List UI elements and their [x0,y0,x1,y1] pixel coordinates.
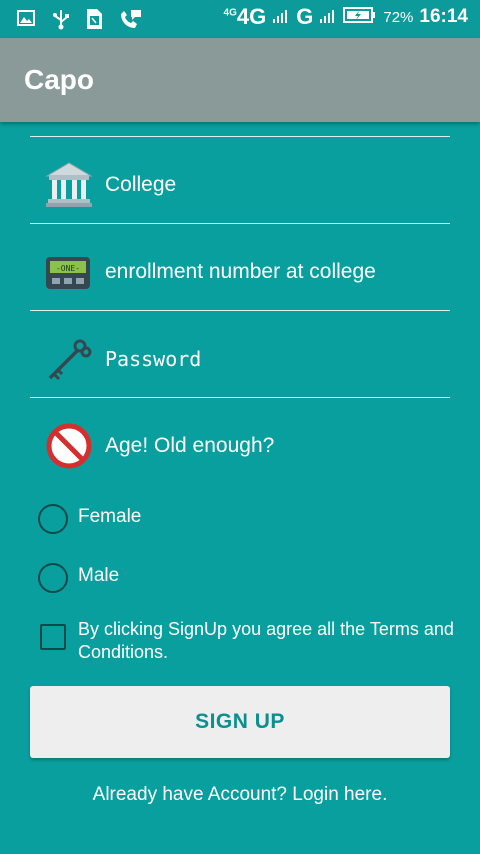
divider [30,136,450,137]
image-icon [16,8,38,30]
battery-icon [343,6,377,29]
clock: 16:14 [419,6,468,27]
enrollment-field[interactable]: -ONE- enrollment number at college [30,229,450,315]
login-link[interactable]: Already have Account? Login here. [0,784,480,806]
terms-checkbox[interactable] [40,624,66,650]
battery-percent: 72% [383,8,414,26]
radio-male[interactable]: Male [38,559,458,595]
app-bar: Capo [0,38,480,122]
radio-label-female: Female [78,506,142,527]
radio-female[interactable]: Female [38,500,458,536]
no-entry-icon [44,421,94,471]
network-indicator: 4G4G [223,4,267,29]
radio-button-icon[interactable] [38,504,68,534]
password-input[interactable]: Password [105,316,201,402]
sign-up-button[interactable]: SIGN UP [30,686,450,758]
status-bar: 4G4G G 72% 16:14 [0,0,480,38]
signal-icon [272,6,290,29]
college-input[interactable]: College [105,142,176,228]
radio-label-male: Male [78,565,120,586]
password-field[interactable]: Password [30,316,450,402]
college-field[interactable]: College [30,142,450,228]
radio-button-icon[interactable] [38,563,68,593]
age-input[interactable]: Age! Old enough? [105,403,274,489]
signal-icon-2 [319,6,337,29]
call-message-icon [118,8,141,30]
age-field[interactable]: Age! Old enough? [30,403,450,489]
app-title: Capo [24,64,94,95]
svg-text:-ONE-: -ONE- [56,264,80,273]
pager-icon: -ONE- [44,247,94,297]
usb-icon [50,8,72,30]
enrollment-input[interactable]: enrollment number at college [105,229,376,315]
terms-label: By clicking SignUp you agree all the Ter… [78,619,454,662]
network-indicator-2: G [296,4,314,29]
sim-icon [84,8,106,30]
key-icon [44,334,94,384]
college-building-icon [44,160,94,210]
